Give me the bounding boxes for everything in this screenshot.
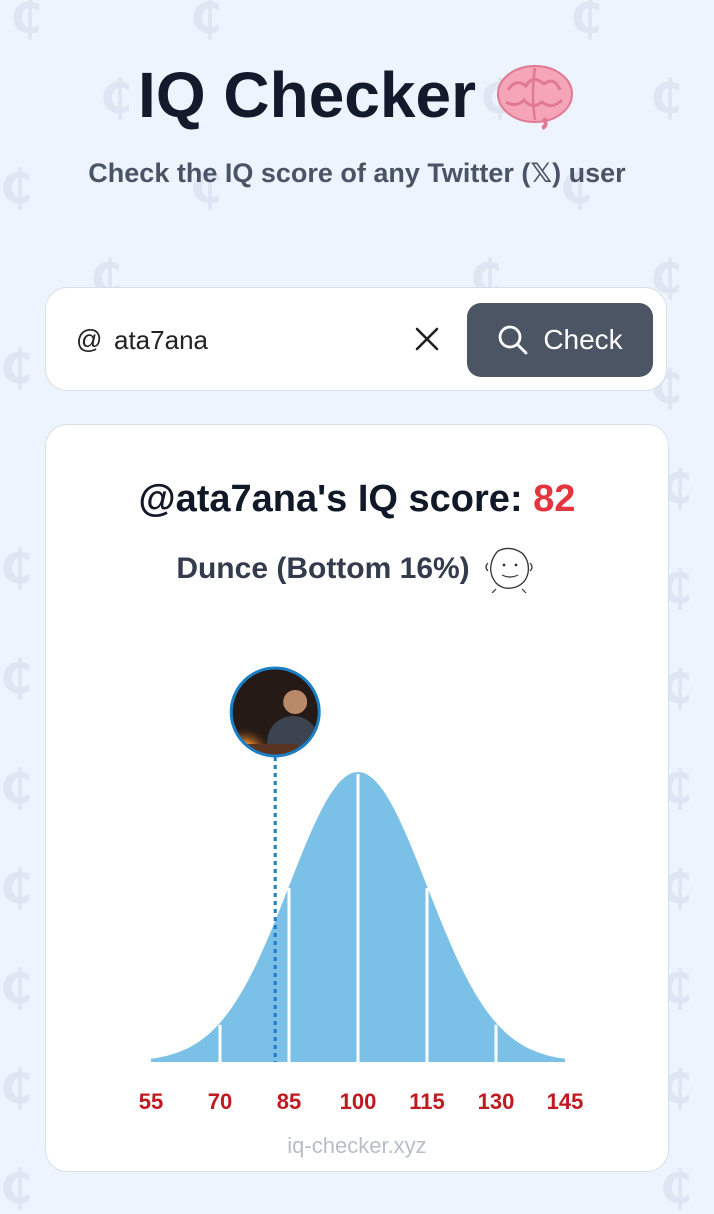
background-coin-icon: ₵: [10, 0, 43, 44]
background-coin-icon: ₵: [0, 650, 33, 704]
background-coin-icon: ₵: [0, 960, 33, 1014]
background-coin-icon: ₵: [190, 0, 223, 44]
x-tick-label: 70: [208, 1089, 232, 1114]
background-coin-icon: ₵: [660, 1160, 693, 1214]
background-coin-icon: ₵: [0, 760, 33, 814]
background-coin-icon: ₵: [0, 860, 33, 914]
check-button-label: Check: [543, 324, 623, 355]
background-coin-icon: ₵: [0, 540, 33, 594]
x-tick-label: 85: [277, 1089, 301, 1114]
iq-distribution-chart: 55 70 85 100 115 130 145: [139, 666, 584, 1114]
user-avatar: [229, 666, 321, 758]
close-icon[interactable]: [410, 322, 444, 356]
username-input[interactable]: [112, 316, 416, 364]
background-coin-icon: ₵: [0, 1060, 33, 1114]
brain-icon: [496, 65, 573, 130]
background-coin-icon: ₵: [570, 0, 603, 44]
result-card: @ata7ana's IQ score: 82 Dunce (Bottom 16…: [45, 424, 669, 1172]
background-coin-icon: ₵: [0, 1160, 33, 1214]
page-title: IQ Checker: [138, 59, 476, 131]
page-subtitle: Check the IQ score of any Twitter (𝕏) us…: [88, 158, 626, 188]
header: IQ Checker: [0, 58, 714, 132]
x-tick-label: 145: [547, 1089, 584, 1114]
check-button[interactable]: Check: [467, 303, 653, 377]
x-tick-label: 55: [139, 1089, 163, 1114]
x-tick-label: 130: [478, 1089, 515, 1114]
search-bar: @ Check: [45, 287, 667, 391]
background-coin-icon: ₵: [0, 340, 33, 394]
x-tick-label: 100: [340, 1089, 377, 1114]
x-tick-label: 115: [409, 1089, 445, 1114]
at-prefix: @: [76, 324, 103, 354]
search-icon: [498, 325, 528, 355]
footer-domain: iq-checker.xyz: [287, 1133, 427, 1158]
